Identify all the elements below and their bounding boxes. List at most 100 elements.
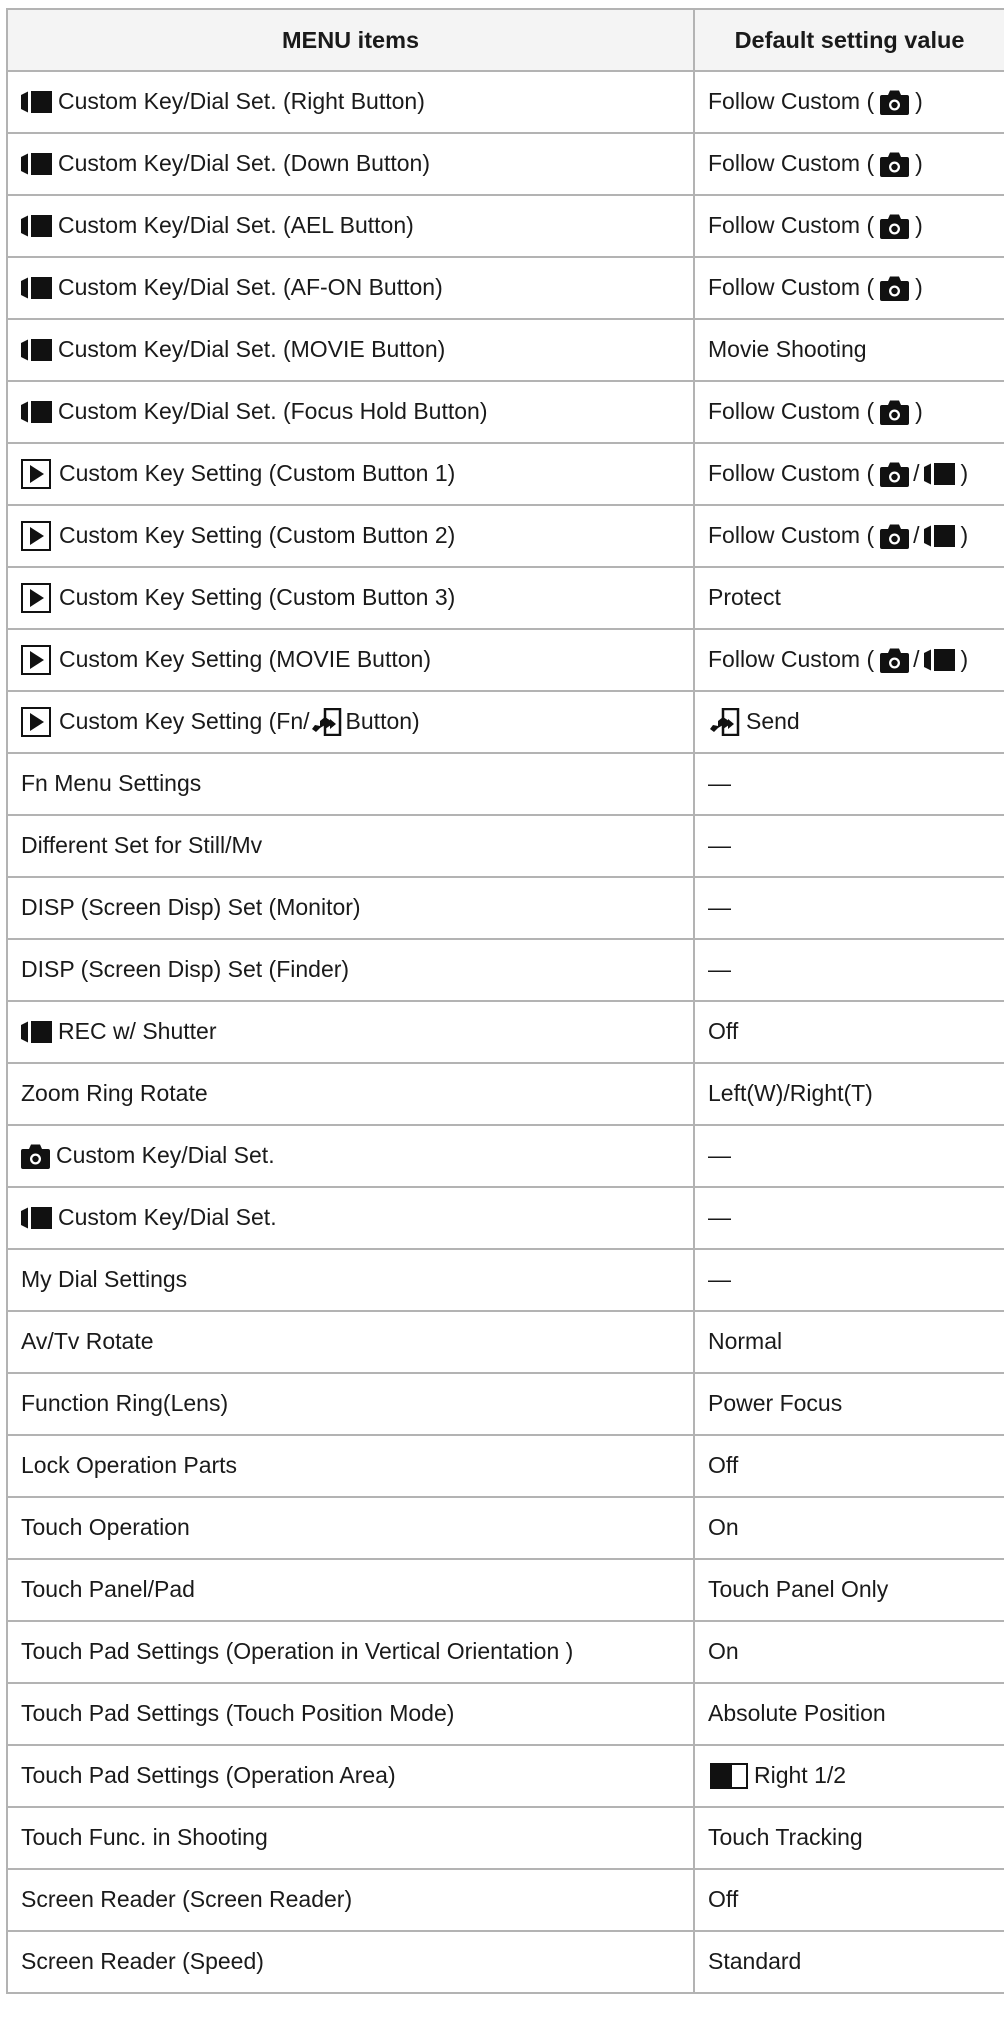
table-row: Custom Key Setting (Custom Button 3) Prot… xyxy=(6,566,1004,630)
default-value-cell: On xyxy=(693,1496,1004,1560)
menu-item-label: Custom Key Setting (Custom Button 2) xyxy=(59,522,456,549)
icon-separator: / xyxy=(913,522,920,549)
menu-item-label: Different Set for Still/Mv xyxy=(21,832,263,859)
menu-item-label: Screen Reader (Speed) xyxy=(21,1948,264,1975)
menu-item-label: Fn Menu Settings xyxy=(21,770,202,797)
menu-item-label: Touch Pad Settings (Operation Area) xyxy=(21,1762,396,1789)
default-value: Normal xyxy=(708,1328,783,1355)
menu-item-cell: Custom Key Setting (Custom Button 1) xyxy=(6,442,695,506)
play-icon xyxy=(21,645,51,675)
default-value: Follow Custom ( xyxy=(708,646,875,673)
table-row: Lock Operation Parts Off xyxy=(6,1434,1004,1498)
table-row: Custom Key/Dial Set. (MOVIE Button) Movie… xyxy=(6,318,1004,382)
menu-item-label: Touch Func. in Shooting xyxy=(21,1824,268,1851)
default-value-suffix: ) xyxy=(915,212,923,239)
menu-item-cell: Different Set for Still/Mv xyxy=(6,814,695,878)
table-row: Screen Reader (Screen Reader) Off xyxy=(6,1868,1004,1932)
menu-item-cell: Custom Key Setting (MOVIE Button) xyxy=(6,628,695,692)
menu-item-cell: Fn Menu Settings xyxy=(6,752,695,816)
table-row: Custom Key/Dial Set. — xyxy=(6,1124,1004,1188)
default-value: Off xyxy=(708,1452,739,1479)
table-row: Custom Key/Dial Set. — xyxy=(6,1186,1004,1250)
default-value: Touch Panel Only xyxy=(708,1576,889,1603)
default-value-suffix: ) xyxy=(960,522,969,549)
default-value: — xyxy=(708,956,731,983)
camera-icon xyxy=(880,276,910,301)
menu-item-cell: Function Ring(Lens) xyxy=(6,1372,695,1436)
default-value-cell: — xyxy=(693,876,1004,940)
table-row: Touch Func. in Shooting Touch Tracking xyxy=(6,1806,1004,1870)
table-row: Touch Pad Settings (Touch Position Mode)… xyxy=(6,1682,1004,1746)
default-value: Follow Custom ( xyxy=(708,274,875,301)
default-value-cell: Power Focus xyxy=(693,1372,1004,1436)
default-value-cell: Normal xyxy=(693,1310,1004,1374)
menu-item-cell: Custom Key Setting (Custom Button 2) xyxy=(6,504,695,568)
menu-item-label: Custom Key/Dial Set. (AF-ON Button) xyxy=(58,274,443,301)
menu-item-label: Custom Key/Dial Set. (AEL Button) xyxy=(58,212,414,239)
default-value-cell: Touch Panel Only xyxy=(693,1558,1004,1622)
default-value: — xyxy=(708,1266,731,1293)
menu-item-cell: Screen Reader (Speed) xyxy=(6,1930,695,1994)
movie-icon xyxy=(923,524,955,548)
default-value-cell: Follow Custom () xyxy=(693,380,1004,444)
default-value-cell: — xyxy=(693,1124,1004,1188)
default-value-cell: — xyxy=(693,752,1004,816)
default-value: Send xyxy=(746,708,800,735)
default-value-cell: Off xyxy=(693,1868,1004,1932)
header-default-value: Default setting value xyxy=(693,8,1004,72)
default-value-cell: Follow Custom () xyxy=(693,132,1004,196)
icon-separator: / xyxy=(913,646,920,673)
movie-icon xyxy=(21,214,52,238)
default-value: Left(W)/Right(T) xyxy=(708,1080,873,1107)
default-value: — xyxy=(708,894,731,921)
camera-icon xyxy=(880,400,910,425)
camera-icon xyxy=(880,152,910,177)
menu-item-label: REC w/ Shutter xyxy=(58,1018,217,1045)
table-row: Av/Tv Rotate Normal xyxy=(6,1310,1004,1374)
movie-icon xyxy=(923,648,955,672)
menu-item-label: Custom Key Setting (Custom Button 1) xyxy=(59,460,456,487)
table-row: Zoom Ring Rotate Left(W)/Right(T) xyxy=(6,1062,1004,1126)
default-value: Follow Custom ( xyxy=(708,88,875,115)
default-value: Follow Custom ( xyxy=(708,460,875,487)
default-value-cell: — xyxy=(693,1186,1004,1250)
menu-item-label: Custom Key/Dial Set. (Down Button) xyxy=(58,150,430,177)
menu-item-cell: Touch Func. in Shooting xyxy=(6,1806,695,1870)
movie-icon xyxy=(21,400,52,424)
default-value-cell: Movie Shooting xyxy=(693,318,1004,382)
menu-item-label: Touch Pad Settings (Touch Position Mode) xyxy=(21,1700,455,1727)
default-value: Touch Tracking xyxy=(708,1824,863,1851)
default-value: On xyxy=(708,1514,739,1541)
movie-icon xyxy=(21,338,52,362)
table-row: DISP (Screen Disp) Set (Finder) — xyxy=(6,938,1004,1002)
default-value-cell: Follow Custom () xyxy=(693,194,1004,258)
right-half-area-icon xyxy=(710,1763,748,1789)
default-value-cell: Follow Custom (/) xyxy=(693,442,1004,506)
table-row: Custom Key/Dial Set. (Right Button) Follo… xyxy=(6,70,1004,134)
play-icon xyxy=(21,707,51,737)
table-row: Custom Key Setting (Fn/Button) Send xyxy=(6,690,1004,754)
menu-item-label: Custom Key Setting (Fn/ xyxy=(59,708,310,735)
default-value-cell: Follow Custom (/) xyxy=(693,628,1004,692)
menu-item-label: Lock Operation Parts xyxy=(21,1452,238,1479)
menu-item-cell: Custom Key/Dial Set. xyxy=(6,1186,695,1250)
default-value: Protect xyxy=(708,584,781,611)
table-row: Custom Key Setting (MOVIE Button) Follow … xyxy=(6,628,1004,692)
menu-item-cell: Custom Key/Dial Set. (AEL Button) xyxy=(6,194,695,258)
camera-icon xyxy=(880,648,910,673)
default-value-cell: Absolute Position xyxy=(693,1682,1004,1746)
movie-icon xyxy=(21,1206,52,1230)
camera-icon xyxy=(880,524,910,549)
menu-item-label: Function Ring(Lens) xyxy=(21,1390,229,1417)
menu-item-cell: DISP (Screen Disp) Set (Finder) xyxy=(6,938,695,1002)
menu-item-cell: Touch Pad Settings (Operation in Vertica… xyxy=(6,1620,695,1684)
table-row: Custom Key/Dial Set. (AF-ON Button) Follo… xyxy=(6,256,1004,320)
menu-item-label: DISP (Screen Disp) Set (Finder) xyxy=(21,956,350,983)
menu-item-label: Touch Panel/Pad xyxy=(21,1576,195,1603)
default-value-suffix: ) xyxy=(915,150,923,177)
table-row: Custom Key/Dial Set. (Focus Hold Button)… xyxy=(6,380,1004,444)
header-menu-items: MENU items xyxy=(6,8,695,72)
menu-item-cell: Custom Key Setting (Fn/Button) xyxy=(6,690,695,754)
table-row: Touch Pad Settings (Operation Area) Right… xyxy=(6,1744,1004,1808)
table-row: Touch Panel/Pad Touch Panel Only xyxy=(6,1558,1004,1622)
